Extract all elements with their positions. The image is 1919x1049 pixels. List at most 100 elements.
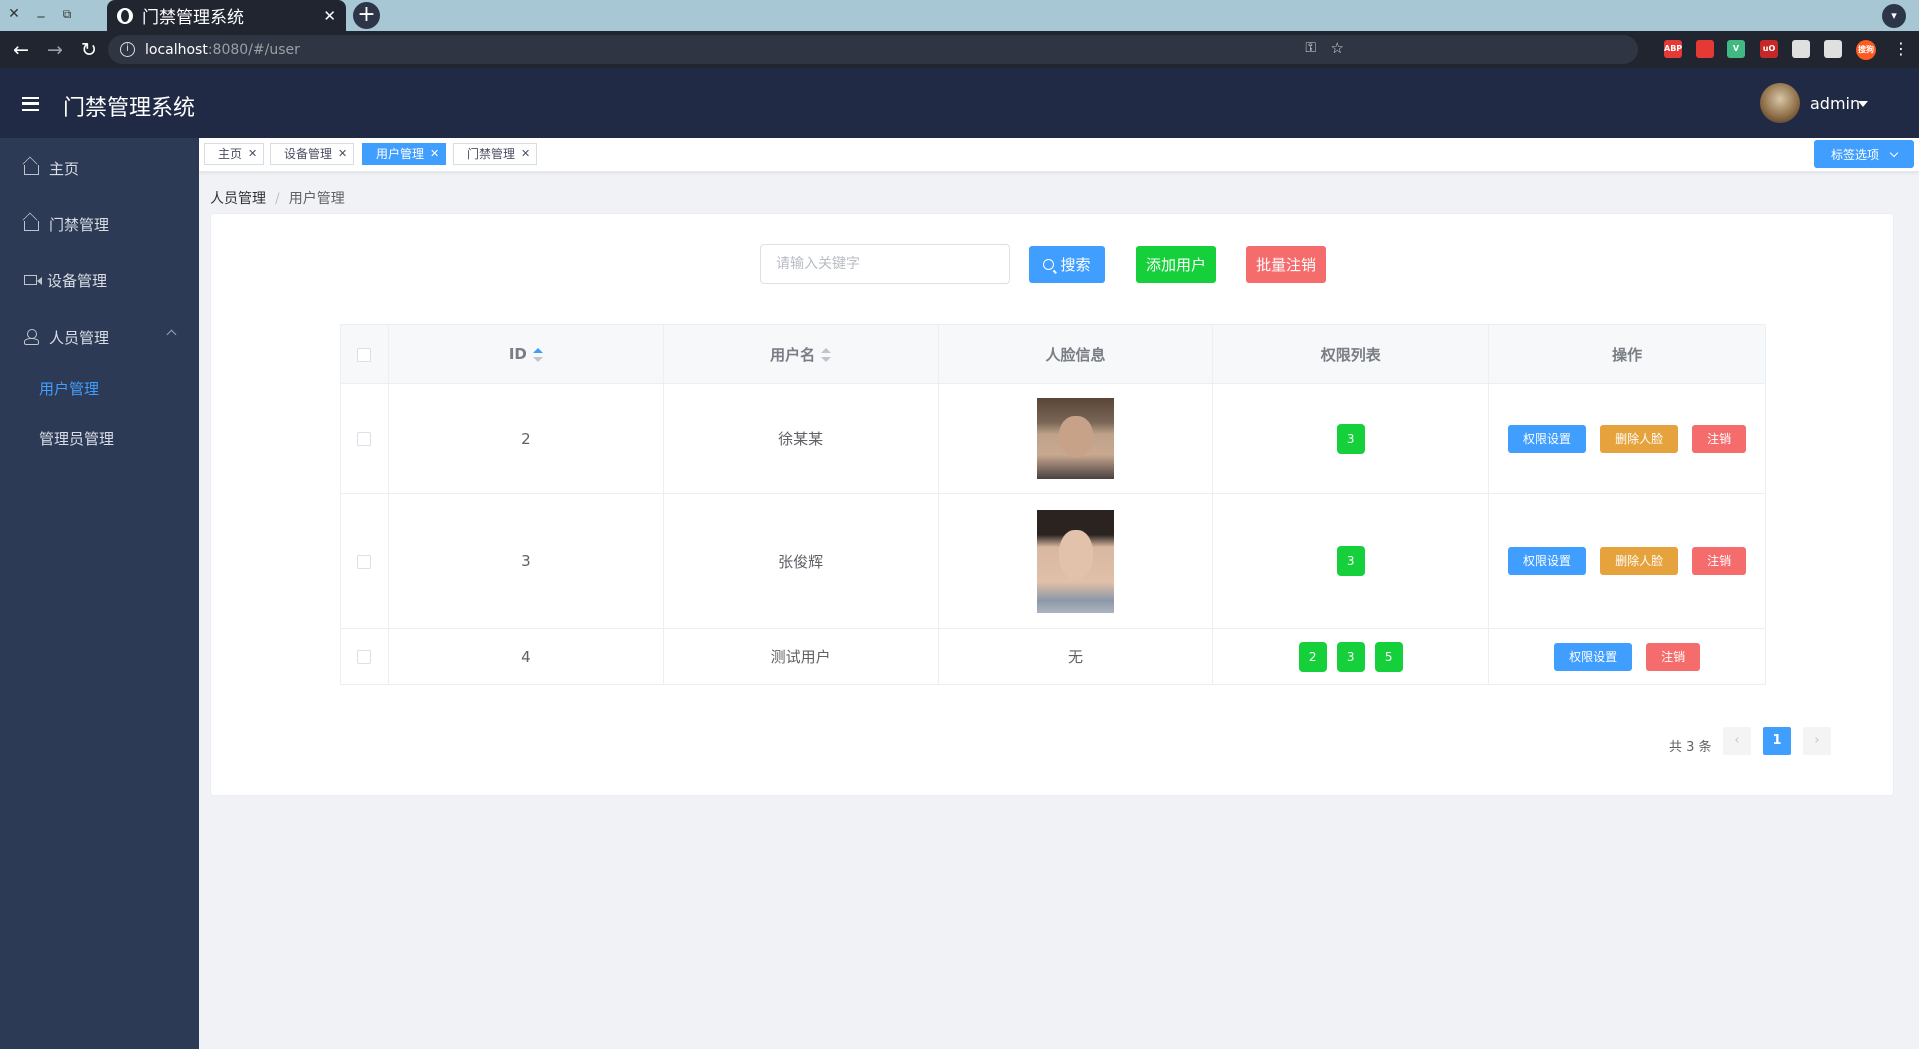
column-header: ID — [508, 345, 527, 363]
sidebar-item-access-control[interactable]: 门禁管理 — [0, 204, 199, 244]
puzzle-icon[interactable] — [1824, 40, 1842, 58]
url-host: localhost — [145, 41, 208, 58]
row-checkbox[interactable] — [357, 432, 372, 446]
tab-search-button[interactable]: ▾ — [1882, 4, 1906, 28]
permission-settings-button[interactable]: 权限设置 — [1554, 642, 1633, 671]
header-actions: 操作 — [1488, 324, 1766, 384]
user-dropdown-icon[interactable] — [1858, 101, 1868, 107]
row-checkbox[interactable] — [357, 554, 372, 569]
vue-icon[interactable]: V — [1727, 40, 1745, 58]
close-icon[interactable]: ✕ — [248, 144, 257, 164]
minimize-window-icon[interactable]: _ — [31, 2, 51, 18]
address-bar[interactable]: i localhost:8080/#/user ⚿ ☆ — [108, 35, 1638, 64]
chevron-down-icon — [1889, 148, 1899, 157]
tag-options-button[interactable]: 标签选项 — [1814, 140, 1914, 168]
ext-red-icon[interactable] — [1696, 40, 1714, 58]
sidebar-item-label: 主页 — [49, 159, 80, 178]
permission-badge: 5 — [1374, 641, 1403, 672]
breadcrumb-item[interactable]: 人员管理 — [210, 191, 266, 207]
page-1-button[interactable]: 1 — [1763, 727, 1791, 755]
breadcrumb-separator: / — [275, 191, 280, 207]
close-icon[interactable]: ✕ — [338, 144, 347, 164]
batch-delete-button[interactable]: 批量注销 — [1246, 246, 1326, 283]
tag-label: 主页 — [218, 147, 243, 161]
permission-badge: 3 — [1336, 641, 1365, 672]
search-button[interactable]: 搜索 — [1029, 246, 1105, 283]
sidebar-subitem-admins[interactable]: 管理员管理 — [39, 428, 114, 449]
abp-icon[interactable]: ABP — [1664, 40, 1682, 58]
tag-devices[interactable]: 设备管理 ✕ — [270, 143, 355, 165]
new-tab-button[interactable]: + — [353, 2, 380, 29]
tag-label: 设备管理 — [284, 147, 333, 161]
cell-username: 张俊辉 — [663, 493, 939, 629]
globe-icon — [117, 7, 133, 24]
menu-toggle-icon[interactable] — [22, 97, 39, 111]
next-page-button[interactable]: › — [1803, 727, 1831, 755]
url-path: :8080/#/user — [207, 41, 300, 58]
back-icon[interactable]: ← — [8, 39, 34, 61]
deregister-button[interactable]: 注销 — [1646, 642, 1701, 671]
close-tab-icon[interactable]: ✕ — [323, 7, 336, 25]
tag-users[interactable]: 用户管理 ✕ — [362, 143, 447, 165]
browser-menu-icon[interactable]: ⋮ — [1893, 39, 1909, 58]
tag-access-control[interactable]: 门禁管理 ✕ — [453, 143, 538, 165]
table-header-row: ID 用户名 人脸信息 权限列表 操作 — [340, 324, 1766, 384]
home-icon — [24, 165, 39, 175]
permission-badge: 2 — [1298, 641, 1327, 672]
forward-icon[interactable]: → — [42, 39, 68, 61]
column-header: 用户名 — [770, 345, 816, 364]
search-icon — [1043, 259, 1055, 270]
sort-icon[interactable] — [821, 348, 832, 362]
cell-username: 测试用户 — [663, 628, 939, 685]
search-button-label: 搜索 — [1060, 256, 1091, 274]
username[interactable]: admin — [1810, 94, 1860, 113]
tag-options-label: 标签选项 — [1830, 147, 1879, 162]
close-icon[interactable]: ✕ — [521, 144, 530, 164]
search-input[interactable] — [760, 244, 1010, 284]
reload-icon[interactable]: ↻ — [76, 39, 102, 61]
tag-home[interactable]: 主页 ✕ — [204, 143, 265, 165]
avatar[interactable] — [1760, 83, 1800, 123]
sidebar-item-devices[interactable]: 设备管理 — [0, 260, 199, 300]
row-checkbox[interactable] — [357, 650, 372, 664]
close-icon[interactable]: ✕ — [430, 144, 439, 164]
add-user-button[interactable]: 添加用户 — [1136, 246, 1216, 283]
breadcrumb: 人员管理 / 用户管理 — [210, 188, 345, 208]
prev-page-button[interactable]: ‹ — [1723, 727, 1751, 755]
tags-bar: 主页 ✕ 设备管理 ✕ 用户管理 ✕ 门禁管理 ✕ 标签选项 — [199, 138, 1919, 172]
header-permissions: 权限列表 — [1212, 324, 1490, 384]
bookmark-star-icon[interactable]: ☆ — [1331, 39, 1344, 57]
sort-icon[interactable] — [532, 347, 543, 362]
browser-tab[interactable]: 门禁管理系统 ✕ — [107, 0, 346, 31]
key-icon[interactable]: ⚿ — [1305, 40, 1316, 56]
deregister-button[interactable]: 注销 — [1692, 424, 1747, 453]
sidebar-subitem-users[interactable]: 用户管理 — [39, 378, 99, 399]
select-all-checkbox[interactable] — [357, 347, 372, 362]
header-select-all[interactable] — [340, 324, 389, 384]
delete-face-button[interactable]: 删除人脸 — [1600, 547, 1679, 575]
permission-badge: 3 — [1336, 546, 1365, 576]
home-icon — [24, 221, 39, 231]
breadcrumb-item: 用户管理 — [288, 191, 345, 207]
header-id[interactable]: ID — [388, 324, 664, 384]
close-window-icon[interactable]: ✕ — [4, 6, 24, 22]
cell-id: 3 — [388, 493, 664, 629]
restore-window-icon[interactable]: ⧉ — [57, 7, 77, 22]
browser-tab-strip: ✕ _ ⧉ 门禁管理系统 ✕ + ▾ — [0, 0, 1919, 31]
table-row: 4 测试用户 无 235 权限设置 注销 — [340, 628, 1766, 685]
sidebar-item-label: 门禁管理 — [49, 215, 110, 234]
sidebar: 主页 门禁管理 设备管理 人员管理 用户管理 管理员管理 — [0, 138, 199, 1049]
page-icon[interactable] — [1792, 40, 1810, 58]
deregister-button[interactable]: 注销 — [1692, 547, 1747, 575]
cell-id: 2 — [388, 383, 664, 494]
ublock-icon[interactable]: uO — [1760, 40, 1778, 58]
sidebar-item-home[interactable]: 主页 — [0, 148, 199, 188]
permission-settings-button[interactable]: 权限设置 — [1508, 547, 1587, 575]
header-face: 人脸信息 — [938, 324, 1214, 384]
site-info-icon[interactable]: i — [120, 42, 135, 57]
header-username[interactable]: 用户名 — [663, 324, 939, 384]
delete-face-button[interactable]: 删除人脸 — [1600, 424, 1679, 453]
camera-icon — [24, 275, 42, 285]
translate-icon[interactable]: 搜狗 — [1856, 40, 1876, 60]
permission-settings-button[interactable]: 权限设置 — [1508, 424, 1587, 453]
